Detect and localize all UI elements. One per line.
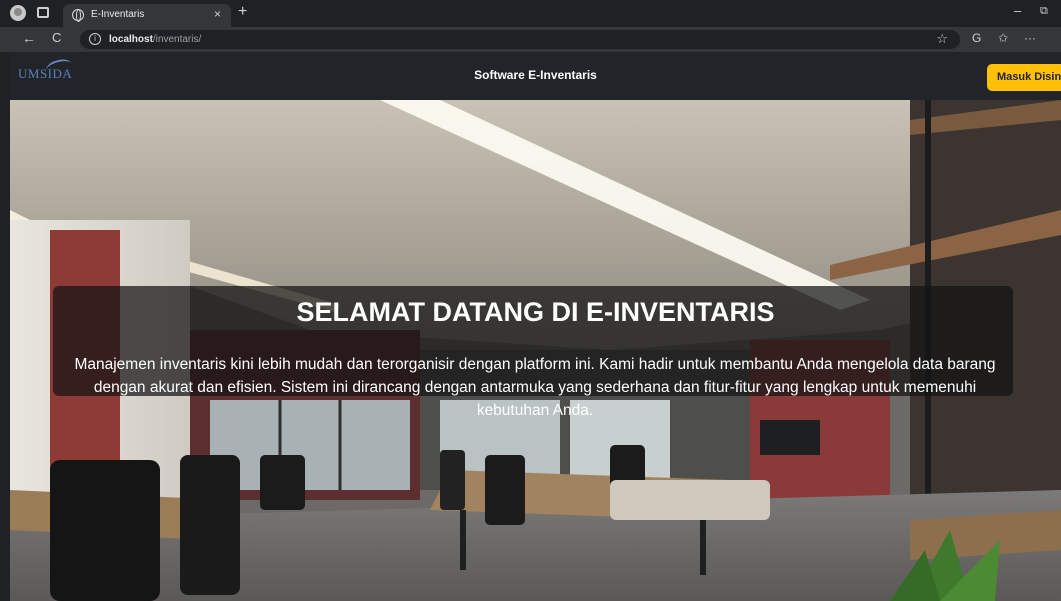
browser-toolbar: ← C i localhost/inventaris/ ☆ G ✩ ···: [0, 27, 1061, 52]
url-host: localhost: [109, 34, 153, 45]
web-page: UMSIDA Software E-Inventaris Masuk Disin…: [10, 52, 1061, 601]
site-info-icon[interactable]: i: [89, 33, 101, 45]
navbar-title: Software E-Inventaris: [474, 68, 597, 82]
url-path: /inventaris/: [152, 34, 202, 45]
more-menu-icon[interactable]: ···: [1024, 31, 1036, 45]
reload-button[interactable]: C: [52, 30, 61, 45]
restore-button[interactable]: ⧉: [1040, 5, 1048, 18]
url-text[interactable]: localhost/inventaris/: [109, 34, 201, 45]
hero-title: SELAMAT DATANG DI E-INVENTARIS: [296, 297, 775, 327]
browser-tab-strip: E-Inventaris × + – ⧉: [0, 0, 1061, 27]
globe-icon: [72, 9, 84, 22]
hero-section: SELAMAT DATANG DI E-INVENTARIS Manajemen…: [10, 100, 1061, 601]
profile-avatar-icon[interactable]: [10, 5, 26, 21]
tab-close-button[interactable]: ×: [214, 7, 221, 21]
minimize-button[interactable]: –: [1014, 3, 1021, 18]
site-navbar: UMSIDA Software E-Inventaris Masuk Disin…: [10, 52, 1061, 100]
login-button[interactable]: Masuk Disini: [987, 64, 1061, 91]
extensions-icon[interactable]: G: [972, 31, 981, 45]
favorite-star-icon[interactable]: ☆: [936, 31, 948, 47]
address-bar[interactable]: i localhost/inventaris/ ☆: [80, 30, 960, 49]
tab-actions-icon[interactable]: [37, 7, 49, 18]
tab-title: E-Inventaris: [91, 9, 145, 20]
new-tab-button[interactable]: +: [238, 3, 247, 21]
favorites-icon[interactable]: ✩: [998, 31, 1008, 45]
browser-tab[interactable]: E-Inventaris ×: [63, 4, 231, 27]
hero-description: Manajemen inventaris kini lebih mudah da…: [74, 356, 996, 419]
back-button[interactable]: ←: [22, 30, 36, 46]
